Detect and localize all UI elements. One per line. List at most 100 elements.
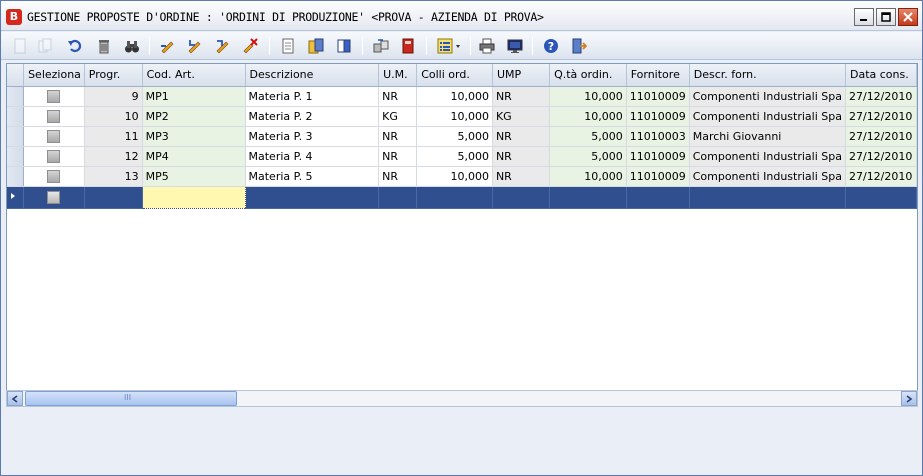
qta-ordin-cell[interactable]: 10,000 bbox=[549, 166, 627, 187]
um-cell[interactable]: NR bbox=[378, 146, 418, 167]
colli-ord-cell[interactable]: 10,000 bbox=[416, 86, 493, 107]
col-header-fornitore[interactable]: Fornitore bbox=[626, 64, 690, 87]
qta-ordin-cell[interactable]: 5,000 bbox=[549, 126, 627, 147]
descrizione-cell[interactable]: Materia P. 5 bbox=[245, 166, 380, 187]
folder-book-icon[interactable] bbox=[306, 36, 326, 56]
descrizione-cell[interactable]: Materia P. 2 bbox=[245, 106, 380, 127]
scroll-thumb[interactable]: III bbox=[25, 391, 237, 406]
scroll-left-button[interactable] bbox=[7, 391, 23, 406]
data-cons-cell[interactable]: 27/12/2010 bbox=[845, 126, 917, 147]
col-header-cod-art[interactable]: Cod. Art. bbox=[142, 64, 246, 87]
data-cons-cell[interactable]: 27/12/2010 bbox=[845, 166, 917, 187]
colli-ord-cell[interactable]: 5,000 bbox=[416, 126, 493, 147]
descrizione-cell[interactable]: Materia P. 4 bbox=[245, 146, 380, 167]
descrizione-cell[interactable]: Materia P. 3 bbox=[245, 126, 380, 147]
edit-pencil-1-icon[interactable] bbox=[158, 36, 178, 56]
help-icon[interactable]: ? bbox=[541, 36, 561, 56]
book-icon[interactable] bbox=[334, 36, 354, 56]
undo-icon[interactable] bbox=[65, 36, 85, 56]
monitor-icon[interactable] bbox=[505, 36, 525, 56]
row-header[interactable] bbox=[7, 126, 25, 147]
data-cons-cell[interactable]: 27/12/2010 bbox=[845, 106, 917, 127]
current-row-marker[interactable] bbox=[7, 186, 25, 209]
fornitore-cell[interactable]: 11010009 bbox=[626, 146, 690, 167]
col-header-qta-ordin[interactable]: Q.tà ordin. bbox=[549, 64, 627, 87]
cod-art-cell[interactable]: MP1 bbox=[142, 86, 246, 107]
qta-ordin-cell[interactable]: 5,000 bbox=[549, 146, 627, 167]
cod-art-cell[interactable]: MP3 bbox=[142, 126, 246, 147]
select-cell[interactable] bbox=[23, 146, 85, 167]
descrizione-cell[interactable] bbox=[245, 186, 380, 209]
colli-ord-cell[interactable]: 10,000 bbox=[416, 166, 493, 187]
select-checkbox[interactable] bbox=[47, 89, 61, 103]
red-book-icon[interactable] bbox=[398, 36, 418, 56]
find-binoculars-icon[interactable] bbox=[122, 36, 142, 56]
fornitore-cell[interactable]: 11010009 bbox=[626, 166, 690, 187]
minimize-button[interactable] bbox=[854, 8, 874, 26]
list-view-icon[interactable] bbox=[435, 36, 465, 56]
data-cons-cell[interactable] bbox=[845, 186, 917, 209]
data-cons-cell[interactable]: 27/12/2010 bbox=[845, 86, 917, 107]
horizontal-scrollbar[interactable]: III bbox=[6, 390, 918, 407]
qta-ordin-cell[interactable]: 10,000 bbox=[549, 86, 627, 107]
cod-art-cell[interactable]: MP2 bbox=[142, 106, 246, 127]
descrizione-cell[interactable]: Materia P. 1 bbox=[245, 86, 380, 107]
col-header-colli-ord[interactable]: Colli ord. bbox=[416, 64, 493, 87]
edit-pencil-3-icon[interactable] bbox=[213, 36, 233, 56]
um-cell[interactable] bbox=[378, 186, 418, 209]
edit-pencil-2-icon[interactable] bbox=[185, 36, 205, 56]
um-cell[interactable]: NR bbox=[378, 166, 418, 187]
data-cons-cell[interactable]: 27/12/2010 bbox=[845, 146, 917, 167]
fornitore-cell[interactable]: 11010003 bbox=[626, 126, 690, 147]
transfer-icon[interactable] bbox=[371, 36, 391, 56]
select-cell[interactable] bbox=[23, 106, 85, 127]
page-icon[interactable] bbox=[278, 36, 298, 56]
data-grid[interactable]: Seleziona Progr. Cod. Art. Descrizione U… bbox=[6, 63, 918, 407]
col-header-descrizione[interactable]: Descrizione bbox=[245, 64, 380, 87]
table-row[interactable]: 10 MP2 Materia P. 2 KG 10,000 KG 10,000 … bbox=[7, 106, 917, 127]
table-row[interactable]: 13 MP5 Materia P. 5 NR 10,000 NR 10,000 … bbox=[7, 166, 917, 187]
title-bar[interactable]: B GESTIONE PROPOSTE D'ORDINE : 'ORDINI D… bbox=[1, 1, 922, 31]
select-checkbox[interactable] bbox=[47, 169, 61, 183]
row-header[interactable] bbox=[7, 86, 25, 107]
col-header-descr-forn[interactable]: Descr. forn. bbox=[689, 64, 846, 87]
qta-ordin-cell[interactable] bbox=[549, 186, 627, 209]
col-header-ump[interactable]: UMP bbox=[492, 64, 551, 87]
select-checkbox[interactable] bbox=[47, 109, 61, 123]
select-checkbox[interactable] bbox=[47, 149, 61, 163]
fornitore-cell[interactable]: 11010009 bbox=[626, 86, 690, 107]
row-header[interactable] bbox=[7, 166, 25, 187]
close-button[interactable] bbox=[898, 8, 918, 26]
print-icon[interactable] bbox=[477, 36, 497, 56]
fornitore-cell[interactable]: 11010009 bbox=[626, 106, 690, 127]
row-header[interactable] bbox=[7, 106, 25, 127]
select-cell[interactable] bbox=[23, 86, 85, 107]
um-cell[interactable]: KG bbox=[378, 106, 418, 127]
col-header-data-cons[interactable]: Data cons. bbox=[845, 64, 917, 87]
col-header-um[interactable]: U.M. bbox=[378, 64, 418, 87]
select-cell[interactable] bbox=[23, 126, 85, 147]
scroll-right-button[interactable] bbox=[901, 391, 917, 406]
cod-art-input-cell[interactable] bbox=[141, 185, 246, 209]
um-cell[interactable]: NR bbox=[378, 126, 418, 147]
select-checkbox[interactable] bbox=[47, 129, 61, 143]
select-cell[interactable] bbox=[23, 166, 85, 187]
fornitore-cell[interactable] bbox=[626, 186, 690, 209]
new-document-icon[interactable] bbox=[10, 36, 30, 56]
copy-icon[interactable] bbox=[35, 36, 55, 56]
col-header-progr[interactable]: Progr. bbox=[84, 64, 143, 87]
col-header-seleziona[interactable]: Seleziona bbox=[23, 64, 85, 87]
row-header[interactable] bbox=[7, 146, 25, 167]
colli-ord-cell[interactable]: 5,000 bbox=[416, 146, 493, 167]
cod-art-cell[interactable]: MP4 bbox=[142, 146, 246, 167]
um-cell[interactable]: NR bbox=[378, 86, 418, 107]
delete-icon[interactable] bbox=[94, 36, 114, 56]
maximize-button[interactable] bbox=[876, 8, 896, 26]
exit-door-icon[interactable] bbox=[569, 36, 589, 56]
table-row[interactable]: 9 MP1 Materia P. 1 NR 10,000 NR 10,000 1… bbox=[7, 86, 917, 107]
edit-cancel-icon[interactable] bbox=[240, 36, 260, 56]
table-row[interactable]: 12 MP4 Materia P. 4 NR 5,000 NR 5,000 11… bbox=[7, 146, 917, 167]
cod-art-cell[interactable]: MP5 bbox=[142, 166, 246, 187]
app-logo-icon[interactable]: B bbox=[6, 9, 22, 25]
qta-ordin-cell[interactable]: 10,000 bbox=[549, 106, 627, 127]
